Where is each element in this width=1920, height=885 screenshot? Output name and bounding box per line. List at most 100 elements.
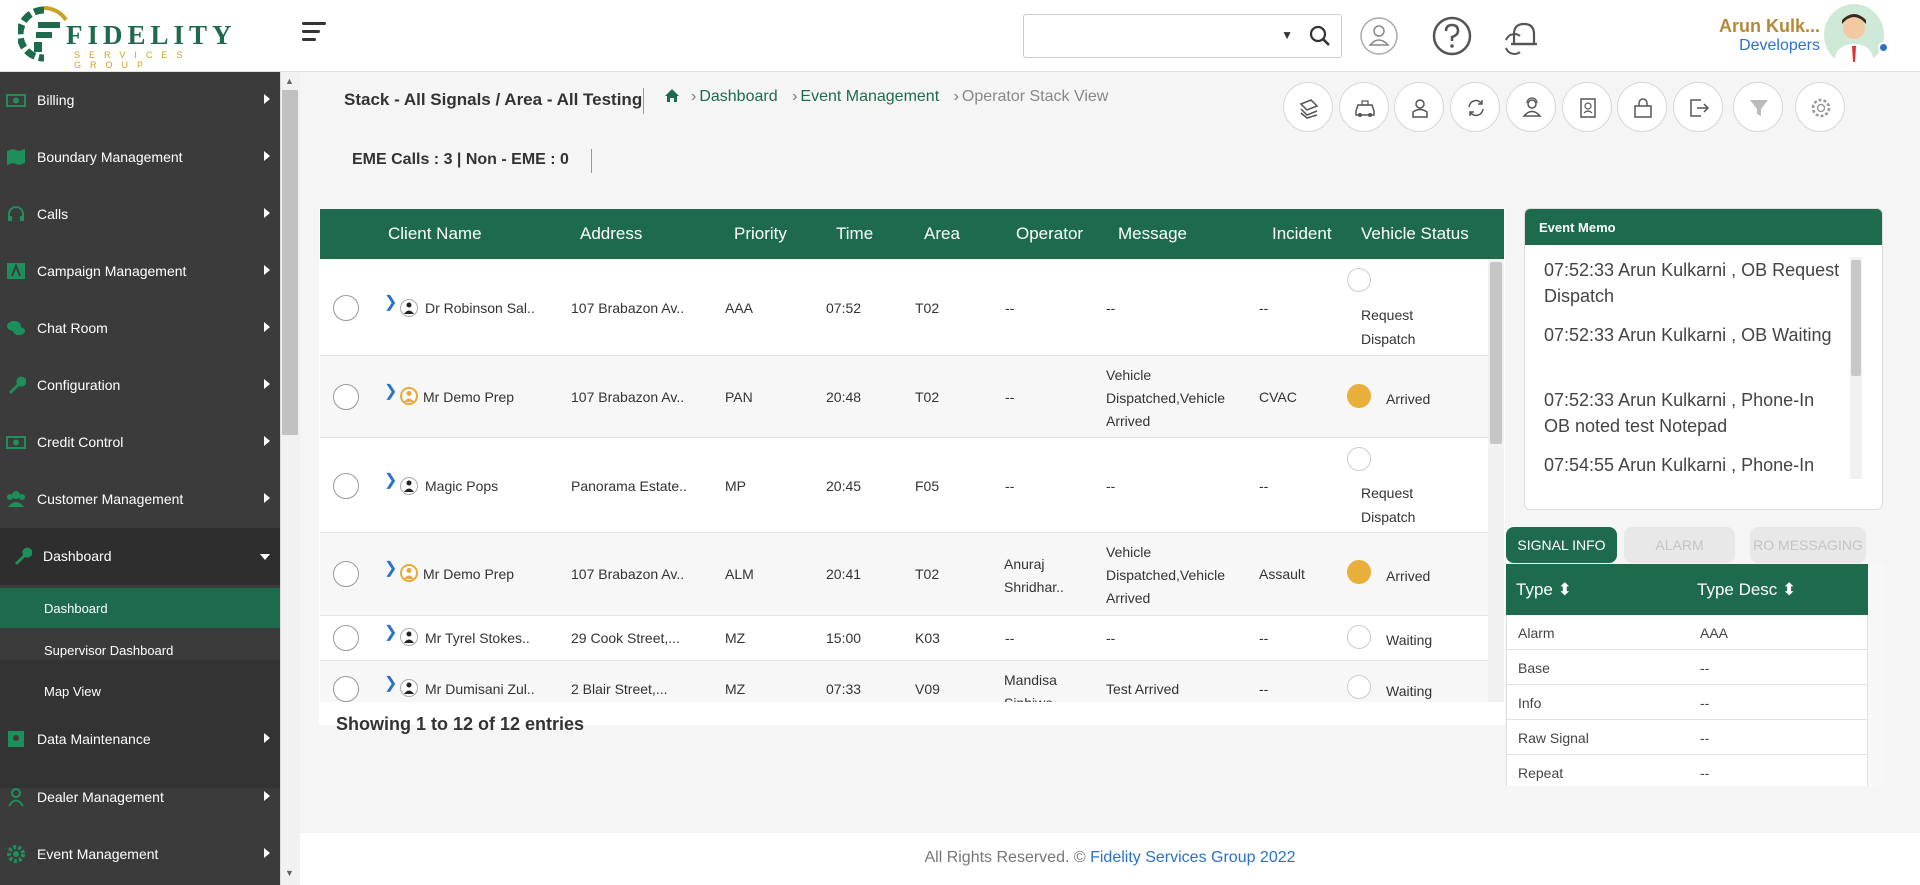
table-row[interactable]: ❯ Mr Tyrel Stokes.. 29 Cook Street,... M… [320, 616, 1488, 661]
home-icon[interactable] [664, 88, 680, 108]
agent-button[interactable] [1506, 82, 1556, 132]
col-vehicle-status[interactable]: Vehicle Status [1361, 224, 1469, 244]
sidebar-scroll-thumb[interactable] [282, 90, 298, 435]
table-row: Raw Signal -- [1506, 720, 1868, 755]
menu-toggle-icon[interactable] [302, 22, 326, 44]
eme-call-count: EME Calls : 3 | Non - EME : 0 [352, 151, 569, 168]
sidebar-item-data-maintenance[interactable]: Data Maintenance [0, 711, 280, 768]
col-incident[interactable]: Incident [1272, 224, 1332, 244]
scroll-up-icon[interactable]: ▲ [285, 76, 294, 86]
user-name[interactable]: Arun Kulk... [1719, 16, 1820, 37]
expand-chevron-icon[interactable]: ❯ [384, 292, 397, 312]
sort-icon[interactable]: ⬍ [1558, 580, 1572, 599]
footer-link[interactable]: Fidelity Services Group 2022 [1090, 849, 1295, 866]
search-input[interactable]: ▼ [1023, 14, 1342, 58]
stack-list-button[interactable] [1283, 82, 1333, 132]
expand-chevron-icon[interactable]: ❯ [384, 622, 397, 642]
signal-table-scrollbar[interactable] [1868, 564, 1884, 786]
bell-icon[interactable] [1500, 14, 1544, 58]
submenu-item-map-view[interactable]: Map View [0, 671, 280, 711]
refresh-button[interactable] [1450, 82, 1500, 132]
headset-icon [6, 204, 26, 224]
operator-button[interactable] [1394, 82, 1444, 132]
memo-entry: 07:52:33 Arun Kulkarni , Phone-In OB not… [1544, 390, 1815, 436]
col-time[interactable]: Time [836, 224, 873, 244]
person-icon [400, 299, 418, 317]
row-select-radio[interactable] [333, 473, 359, 499]
col-message[interactable]: Message [1118, 224, 1187, 244]
event-memo-title: Event Memo [1525, 209, 1882, 245]
row-select-radio[interactable] [333, 625, 359, 651]
vehicle-status-dot [1347, 384, 1371, 408]
col-operator[interactable]: Operator [1016, 224, 1083, 244]
col-priority[interactable]: Priority [734, 224, 787, 244]
sidebar-item-boundary-management[interactable]: Boundary Management [0, 129, 280, 186]
sidebar-item-calls[interactable]: Calls [0, 186, 280, 243]
chevron-right-icon [264, 94, 270, 104]
memo-entry: 07:52:33 Arun Kulkarni , OB Request Disp… [1544, 260, 1840, 306]
tab-ro-messaging[interactable]: RO MESSAGING [1750, 527, 1866, 563]
row-select-radio[interactable] [333, 676, 359, 702]
sidebar-item-dealer-management[interactable]: Dealer Management [0, 769, 280, 826]
table-row[interactable]: ❯ Dr Robinson Sal.. 107 Brabazon Av.. AA… [320, 259, 1488, 356]
col-type-desc[interactable]: Type Desc ⬍ [1697, 580, 1796, 600]
tab-signal-info[interactable]: SIGNAL INFO [1506, 527, 1617, 563]
campaign-icon [6, 261, 26, 281]
settings-target-button[interactable] [1795, 82, 1845, 132]
col-address[interactable]: Address [580, 224, 642, 244]
help-icon[interactable] [1430, 14, 1474, 58]
top-header: FIDELITY SERVICES GROUP ▼ Arun Kulk... D… [0, 0, 1920, 72]
logout-button[interactable] [1673, 82, 1723, 132]
sidebar-item-event-management[interactable]: Event Management [0, 826, 280, 883]
tab-alarm[interactable]: ALARM [1624, 527, 1735, 563]
expand-chevron-icon[interactable]: ❯ [384, 558, 397, 578]
scroll-down-icon[interactable]: ▼ [285, 868, 294, 878]
table-scroll-thumb[interactable] [1490, 262, 1502, 444]
sidebar-item-customer-management[interactable]: Customer Management [0, 471, 280, 528]
breadcrumb-event-management[interactable]: Event Management [800, 88, 939, 105]
title-divider [643, 88, 644, 114]
submenu-item-supervisor-dashboard[interactable]: Supervisor Dashboard [0, 630, 280, 670]
sidebar-item-dashboard[interactable]: Dashboard [0, 528, 280, 585]
vehicle-button[interactable] [1339, 82, 1389, 132]
wrench-icon [12, 546, 33, 566]
chevron-down-icon[interactable]: ▼ [1281, 28, 1293, 42]
table-row[interactable]: ❯ Magic Pops Panorama Estate.. MP 20:45 … [320, 438, 1488, 533]
filter-button[interactable] [1733, 82, 1783, 132]
table-row[interactable]: ❯ Mr Dumisani Zul.. 2 Blair Street,... M… [320, 661, 1488, 702]
sidebar-item-campaign-management[interactable]: Campaign Management [0, 243, 280, 300]
row-select-radio[interactable] [333, 561, 359, 587]
expand-chevron-icon[interactable]: ❯ [384, 673, 397, 693]
row-select-radio[interactable] [333, 295, 359, 321]
col-client-name[interactable]: Client Name [388, 224, 482, 244]
sidebar-item-configuration[interactable]: Configuration [0, 357, 280, 414]
chevron-right-icon [264, 322, 270, 332]
expand-chevron-icon[interactable]: ❯ [384, 470, 397, 490]
breadcrumb-dashboard[interactable]: Dashboard [699, 88, 777, 105]
memo-scroll-thumb[interactable] [1851, 260, 1861, 376]
table-row: Alarm AAA [1506, 615, 1868, 650]
sidebar-item-chat-room[interactable]: Chat Room [0, 300, 280, 357]
event-memo-list[interactable]: 07:52:33 Arun Kulkarni , OB Request Disp… [1525, 245, 1882, 481]
table-row[interactable]: ❯ Mr Demo Prep 107 Brabazon Av.. PAN 20:… [320, 356, 1488, 438]
sidebar-item-credit-control[interactable]: Credit Control [0, 414, 280, 471]
breadcrumb: › Dashboard › Event Management › Operator S… [664, 88, 1108, 108]
expand-chevron-icon[interactable]: ❯ [384, 381, 397, 401]
agent-status-icon[interactable] [1357, 14, 1401, 58]
sort-icon[interactable]: ⬍ [1782, 580, 1796, 599]
search-icon[interactable] [1309, 25, 1331, 52]
memo-entry: 07:52:33 Arun Kulkarni , OB Waiting [1544, 325, 1832, 345]
sidebar-item-billing[interactable]: Billing [0, 72, 280, 129]
row-select-radio[interactable] [333, 384, 359, 410]
lock-button[interactable] [1617, 82, 1667, 132]
submenu-item-dashboard[interactable]: Dashboard [0, 588, 280, 628]
user-role: Developers [1739, 37, 1820, 54]
col-type[interactable]: Type ⬍ [1516, 580, 1572, 600]
col-area[interactable]: Area [924, 224, 960, 244]
fidelity-logo[interactable]: FIDELITY SERVICES GROUP [18, 6, 258, 70]
vehicle-status-dot [1347, 268, 1371, 292]
avatar[interactable] [1824, 4, 1884, 66]
table-row[interactable]: ❯ Mr Demo Prep 107 Brabazon Av.. ALM 20:… [320, 533, 1488, 616]
person-icon [400, 628, 418, 646]
contact-card-button[interactable] [1562, 82, 1612, 132]
